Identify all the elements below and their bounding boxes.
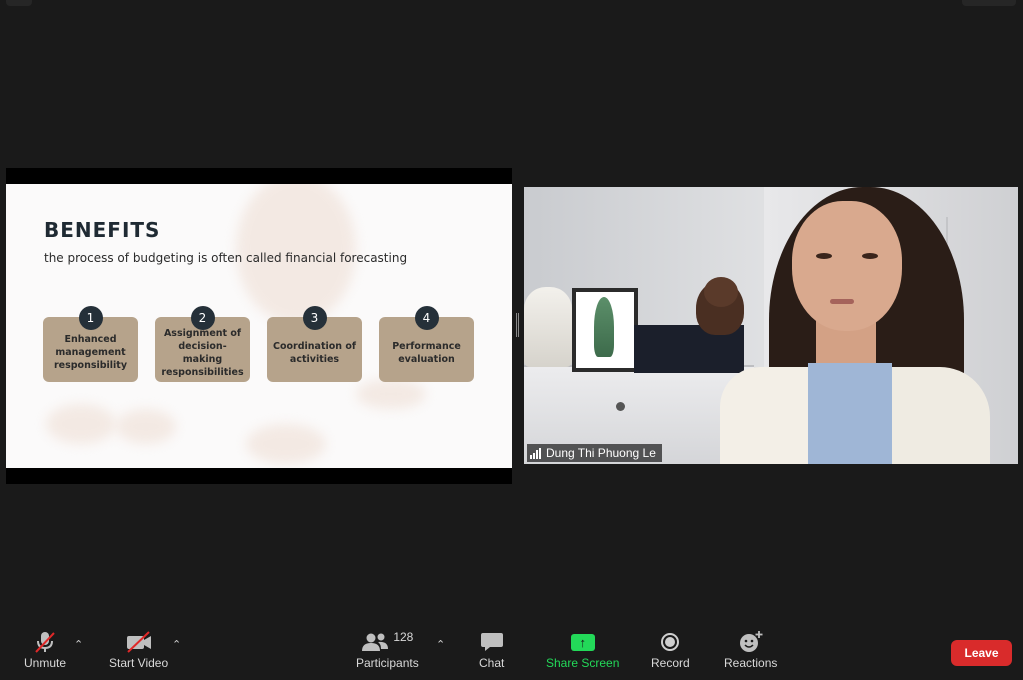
reactions-button[interactable]: Reactions — [724, 630, 777, 670]
benefit-card: 2 Assignment of decision-making responsi… — [155, 306, 250, 382]
unmute-button[interactable]: Unmute — [24, 630, 66, 670]
start-video-button[interactable]: Start Video — [109, 630, 168, 670]
video-background — [616, 402, 625, 411]
audio-options-chevron-icon[interactable]: ⌃ — [74, 638, 83, 651]
chat-bubble-icon — [480, 630, 504, 654]
record-icon — [661, 630, 680, 654]
slide-subtitle: the process of budgeting is often called… — [44, 251, 408, 265]
benefit-number: 3 — [302, 306, 327, 330]
presentation-slide: BENEFITS the process of budgeting is oft… — [6, 184, 512, 468]
slide-background-decoration — [116, 409, 176, 444]
benefit-number: 2 — [190, 306, 215, 330]
smiley-plus-icon — [738, 630, 764, 654]
benefit-card: 1 Enhanced management responsibility — [43, 306, 138, 382]
video-options-chevron-icon[interactable]: ⌃ — [172, 638, 181, 651]
participant-video-tile[interactable]: Dung Thi Phuong Le — [524, 187, 1018, 464]
benefit-text: Coordination of activities — [273, 340, 356, 365]
chat-label: Chat — [479, 656, 505, 670]
slide-title: BENEFITS — [44, 218, 161, 242]
unmute-label: Unmute — [24, 656, 67, 670]
benefit-card: 3 Coordination of activities — [267, 306, 362, 382]
participant-figure — [816, 253, 832, 259]
benefit-card: 4 Performance evaluation — [379, 306, 474, 382]
video-background — [524, 287, 572, 367]
participants-count: 128 — [393, 630, 414, 644]
leave-meeting-button[interactable]: Leave — [951, 640, 1012, 666]
participants-button[interactable]: 128 Participants — [356, 630, 419, 670]
share-screen-button[interactable]: ↑ Share Screen — [546, 630, 619, 670]
participants-label: Participants — [356, 656, 419, 670]
start-video-label: Start Video — [109, 656, 169, 670]
video-background — [704, 277, 738, 307]
participant-figure — [862, 253, 878, 259]
participant-figure — [830, 299, 854, 304]
video-background — [594, 297, 614, 357]
top-left-corner-control — [6, 0, 32, 6]
reactions-label: Reactions — [724, 656, 778, 670]
participant-name: Dung Thi Phuong Le — [546, 446, 656, 460]
view-splitter-handle[interactable] — [516, 313, 519, 337]
meeting-toolbar: Unmute ⌃ Start Video ⌃ 128 Participants … — [0, 620, 1023, 680]
slide-background-decoration — [356, 379, 426, 409]
shared-screen-pane: BENEFITS the process of budgeting is oft… — [6, 168, 512, 484]
benefit-text: Enhanced management responsibility — [53, 334, 128, 371]
microphone-muted-icon — [34, 630, 56, 654]
participants-icon: 128 — [361, 630, 413, 654]
benefit-text: Performance evaluation — [392, 340, 461, 365]
video-camera-off-icon — [125, 630, 153, 654]
share-screen-label: Share Screen — [546, 656, 620, 670]
participant-figure — [792, 201, 902, 331]
record-label: Record — [651, 656, 690, 670]
share-screen-icon: ↑ — [570, 630, 595, 654]
benefit-number: 1 — [78, 306, 103, 330]
record-button[interactable]: Record — [651, 630, 690, 670]
slide-background-decoration — [46, 404, 116, 444]
chat-button[interactable]: Chat — [479, 630, 504, 670]
top-right-corner-control — [962, 0, 1016, 6]
connection-signal-icon — [530, 447, 541, 459]
benefit-number: 4 — [414, 306, 439, 330]
slide-background-decoration — [246, 424, 326, 464]
participants-options-chevron-icon[interactable]: ⌃ — [436, 638, 445, 651]
participant-name-label: Dung Thi Phuong Le — [527, 444, 662, 462]
participant-figure — [808, 363, 892, 464]
